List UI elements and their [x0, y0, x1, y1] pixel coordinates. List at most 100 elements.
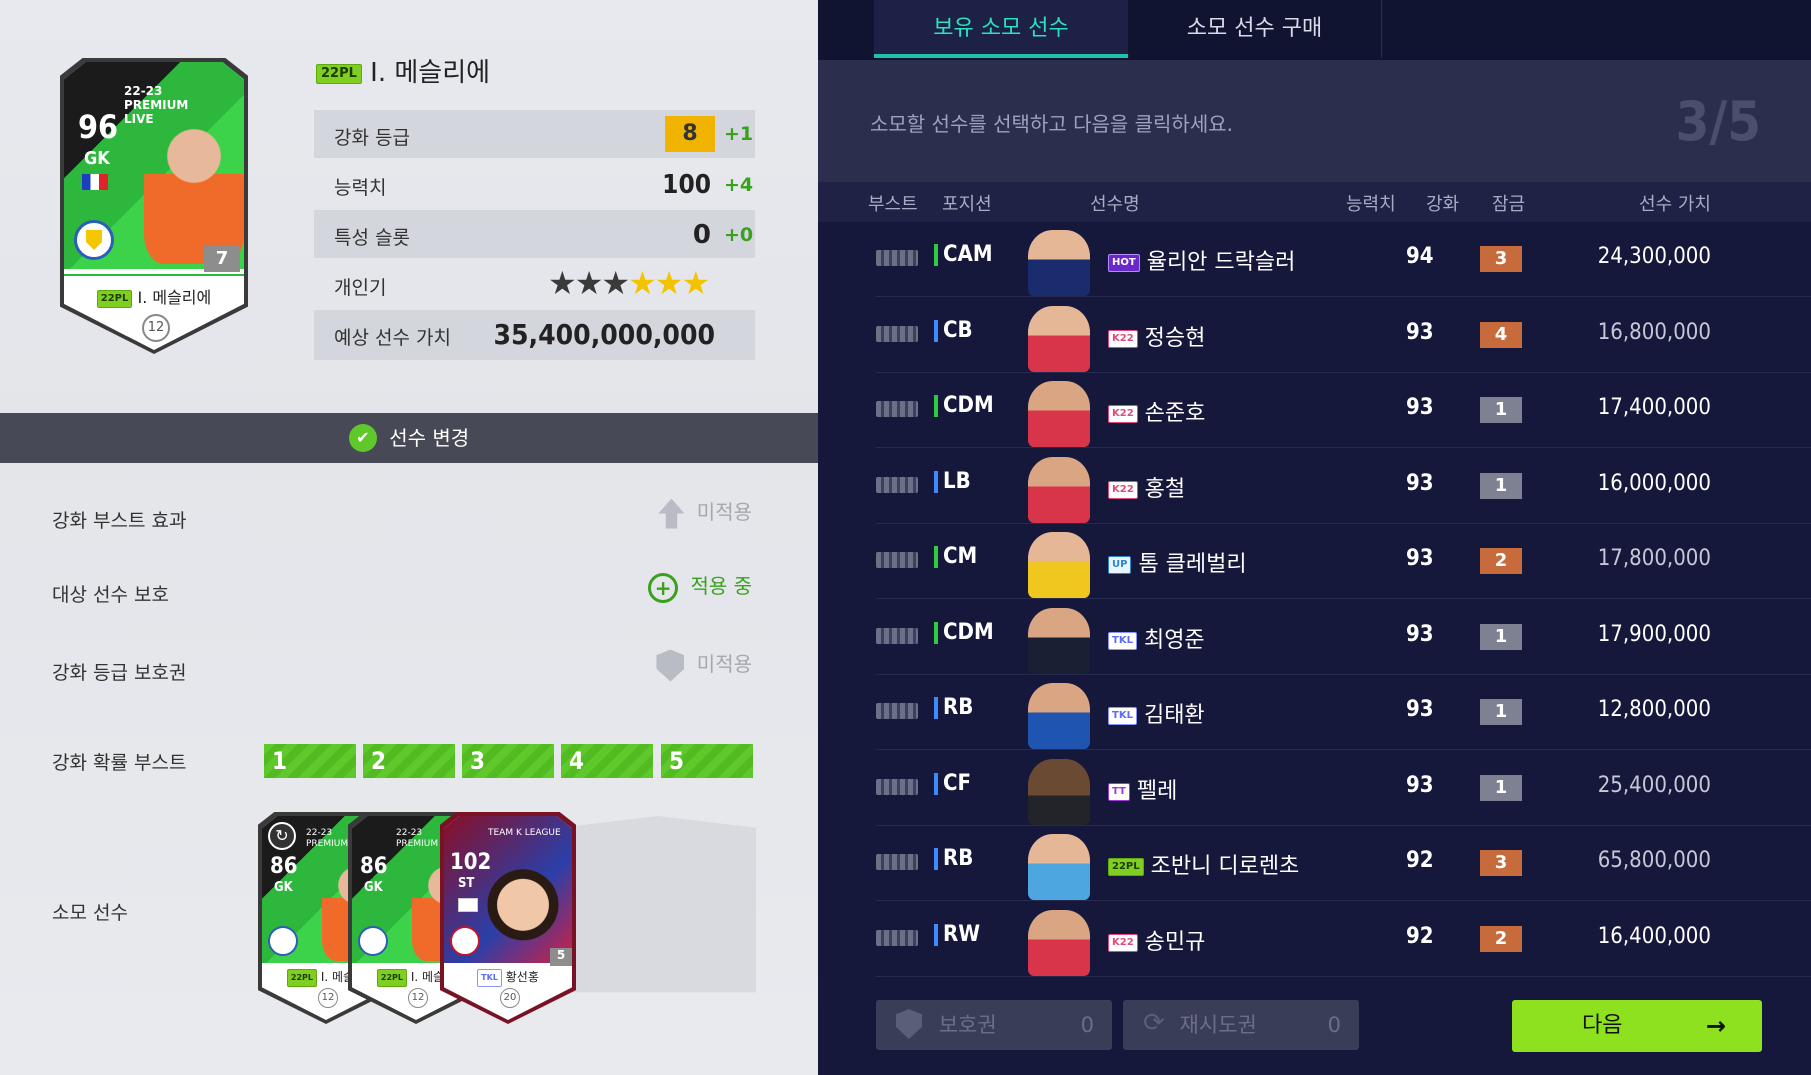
up-arrow-icon — [658, 498, 685, 529]
player-title: 22PL I. 메슬리에 — [316, 52, 490, 89]
club-crest-icon — [268, 926, 298, 956]
protect-ticket-button[interactable]: 보호권 0 — [876, 1000, 1112, 1050]
player-face — [1028, 909, 1090, 976]
row-level: 1 — [1480, 623, 1522, 650]
club-crest-icon — [358, 926, 388, 956]
row-ovr: 93 — [1406, 319, 1434, 345]
header-lock: 잠금 — [1492, 194, 1526, 215]
stat-ovr: 능력치 100 +4 — [334, 170, 754, 200]
trait-slot-value: 0 — [692, 220, 711, 250]
player-face — [1028, 305, 1090, 372]
consume-label: 소모 선수 — [52, 902, 128, 924]
player-face — [1028, 607, 1090, 674]
player-row[interactable]: CDM TKL 최영준 93 1 17,900,000 — [876, 600, 1811, 675]
tab-owned-consume[interactable]: 보유 소모 선수 — [874, 0, 1128, 58]
boost-gauge — [876, 552, 918, 568]
option-label: 대상 선수 보호 — [52, 584, 169, 606]
boost-segment-5: 5 — [661, 744, 753, 778]
row-value: 65,800,000 — [1597, 848, 1711, 873]
row-name-cell: K22 송민규 — [1108, 924, 1205, 956]
row-name: 조반니 디로렌초 — [1150, 854, 1300, 879]
boost-label: 강화 확률 부스트 — [52, 752, 187, 774]
row-value: 17,400,000 — [1597, 395, 1711, 420]
boost-gauge — [876, 703, 918, 719]
row-ovr: 93 — [1406, 621, 1434, 647]
row-value: 12,800,000 — [1597, 697, 1711, 722]
player-face — [1028, 683, 1090, 749]
korea-flag-icon — [458, 898, 478, 912]
row-level: 4 — [1480, 321, 1522, 348]
player-face — [1028, 381, 1090, 447]
boost-effect-status[interactable]: 미적용 — [658, 496, 752, 529]
season-badge: K22 — [1108, 329, 1138, 348]
row-name-cell: HOT 율리안 드락슬러 — [1108, 244, 1295, 276]
row-level: 2 — [1480, 548, 1522, 574]
consume-pay: 12 — [318, 988, 338, 1008]
option-label: 강화 등급 보호권 — [52, 662, 187, 684]
row-name-cell: UP 톰 클레벌리 — [1108, 546, 1247, 578]
player-row[interactable]: CDM K22 손준호 93 1 17,400,000 — [876, 373, 1811, 448]
retry-count: 0 — [1327, 1013, 1341, 1037]
france-flag-icon — [82, 174, 108, 190]
instruction-box: 소모할 선수를 선택하고 다음을 클릭하세요. 3/5 — [818, 60, 1811, 182]
row-name-cell: K22 정승현 — [1108, 320, 1205, 352]
boost-gauge — [876, 778, 918, 795]
boost-gauge — [876, 854, 918, 870]
change-player-button[interactable]: ✔ 선수 변경 — [0, 413, 818, 463]
row-position: CM — [934, 546, 977, 568]
row-name-cell: K22 홍철 — [1108, 471, 1185, 503]
protect-plus-icon: + — [648, 572, 679, 603]
consume-card-3[interactable]: 102 ST TEAM K LEAGUE 5 TKL 황선홍 20 — [440, 812, 576, 1024]
row-ovr: 93 — [1406, 470, 1434, 496]
next-button[interactable]: 다음 → — [1512, 1000, 1762, 1052]
header-level: 강화 — [1426, 194, 1460, 215]
player-row[interactable]: RB TKL 김태환 93 1 12,800,000 — [876, 675, 1811, 750]
player-row[interactable]: RW K22 송민규 92 2 16,400,000 — [876, 902, 1811, 977]
tab-buy-consume[interactable]: 소모 선수 구매 — [1128, 0, 1382, 58]
row-value: 17,800,000 — [1597, 546, 1711, 571]
player-face — [1028, 230, 1090, 296]
row-name: 송민규 — [1144, 929, 1206, 955]
row-name-cell: TKL 김태환 — [1108, 697, 1205, 729]
retry-icon: ⟳ — [1143, 1008, 1165, 1038]
player-row[interactable]: CF TT 펠레 93 1 25,400,000 — [876, 751, 1811, 826]
swap-icon: ↻ — [268, 822, 296, 850]
row-level: 2 — [1480, 925, 1522, 952]
header-boost: 부스트 — [868, 194, 918, 215]
player-row[interactable]: CM UP 톰 클레벌리 93 2 17,800,000 — [876, 524, 1811, 599]
boost-segment-3: 3 — [462, 744, 554, 778]
card-ovr: 96 — [78, 108, 119, 146]
row-position: LB — [934, 470, 971, 493]
player-row[interactable]: CB K22 정승현 93 4 16,800,000 — [876, 298, 1811, 373]
player-row[interactable]: RB 22PL 조반니 디로렌초 92 3 65,800,000 — [876, 826, 1811, 901]
row-ovr: 93 — [1406, 546, 1434, 571]
header-ovr: 능력치 — [1346, 194, 1396, 215]
player-card[interactable]: 96 GK 22-23 PREMIUM LIVE 7 22PL I. 메슬리에 … — [60, 58, 248, 354]
row-level: 1 — [1480, 397, 1522, 423]
player-row[interactable]: CAM HOT 율리안 드락슬러 94 3 24,300,000 — [876, 222, 1811, 297]
boost-gauge — [876, 401, 918, 417]
card-level: 7 — [204, 246, 240, 272]
boost-gauge — [876, 627, 918, 644]
row-ovr: 93 — [1406, 395, 1434, 420]
row-value: 16,400,000 — [1597, 923, 1711, 949]
retry-ticket-button[interactable]: ⟳ 재시도권 0 — [1123, 1000, 1359, 1050]
star-icon: ★ — [681, 264, 710, 302]
row-name: 펠레 — [1136, 778, 1178, 804]
grade-protect-status[interactable]: 미적용 — [656, 648, 752, 682]
header-name: 선수명 — [1090, 194, 1140, 215]
protect-status[interactable]: + 적용 중 — [648, 570, 752, 603]
club-crest-icon — [450, 926, 480, 956]
stat-upgrade-level: 강화 등급 8 +1 — [314, 110, 755, 158]
season-badge: K22 — [1108, 480, 1138, 499]
player-row[interactable]: LB K22 홍철 93 1 16,000,000 — [876, 449, 1811, 524]
row-name-cell: TKL 최영준 — [1108, 622, 1205, 654]
consume-pay: 20 — [500, 988, 520, 1008]
season-badge: 22PL — [316, 63, 362, 84]
row-level: 1 — [1480, 472, 1522, 499]
season-badge: UP — [1108, 556, 1132, 574]
club-crest-icon — [74, 220, 114, 260]
ovr-value: 100 — [662, 170, 711, 200]
player-portrait — [144, 114, 244, 264]
row-name: 톰 클레벌리 — [1138, 552, 1247, 577]
